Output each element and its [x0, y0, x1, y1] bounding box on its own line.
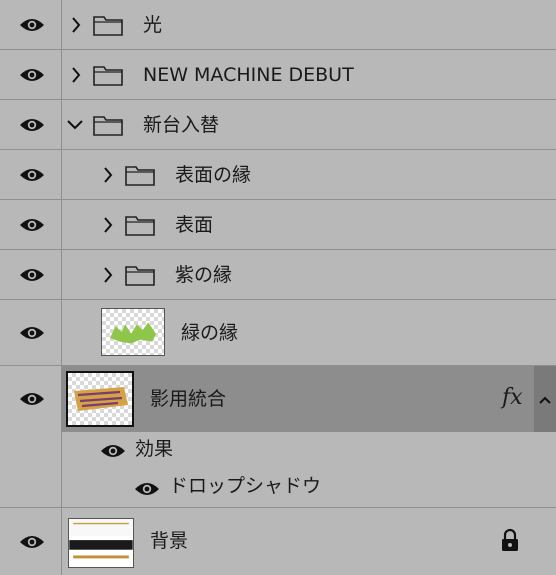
layer-name: 新台入替 [143, 114, 220, 136]
layer-name: 影用統合 [150, 388, 227, 410]
chevron-right-icon[interactable] [101, 266, 115, 284]
layer-row[interactable]: NEW MACHINE DEBUT [0, 50, 556, 100]
folder-icon [125, 264, 155, 286]
lock-icon[interactable] [500, 528, 520, 556]
eye-icon[interactable] [19, 67, 45, 83]
layer-row[interactable]: 表面の縁 [0, 150, 556, 200]
layer-row[interactable]: 新台入替 [0, 100, 556, 150]
visibility-column [0, 300, 62, 365]
folder-icon [93, 114, 123, 136]
folder-icon [93, 64, 123, 86]
chevron-right-icon[interactable] [101, 166, 115, 184]
eye-icon[interactable] [19, 17, 45, 33]
eye-icon[interactable] [19, 117, 45, 133]
eye-icon[interactable] [19, 267, 45, 283]
eye-icon[interactable] [19, 167, 45, 183]
eye-icon[interactable] [19, 325, 45, 341]
background-graphic [69, 519, 133, 559]
layers-panel: 光 NEW MACHINE DEBUT 新台入替 表面の縁 表面 紫の縁 緑の縁… [0, 0, 556, 575]
chevron-right-icon[interactable] [101, 216, 115, 234]
visibility-column [0, 100, 62, 149]
visibility-column [0, 150, 62, 199]
layer-row[interactable]: 表面 [0, 200, 556, 250]
layer-thumbnail[interactable] [68, 518, 134, 568]
layer-thumbnail[interactable] [66, 371, 134, 427]
layer-name: 紫の縁 [175, 264, 233, 286]
effects-label: 効果 [135, 438, 174, 460]
fx-badge[interactable]: fx [502, 385, 523, 410]
layer-name: 表面 [175, 214, 214, 236]
layer-thumbnail[interactable] [101, 308, 165, 356]
visibility-column [0, 50, 62, 99]
eye-icon[interactable] [19, 534, 45, 550]
visibility-column [0, 200, 62, 249]
eye-icon[interactable] [19, 391, 45, 407]
chevron-right-icon[interactable] [69, 66, 83, 84]
layer-name: 光 [143, 14, 163, 36]
logo-graphic [74, 387, 128, 411]
layer-name: NEW MACHINE DEBUT [143, 64, 354, 86]
effect-item: ドロップシャドウ [169, 475, 322, 497]
layer-row[interactable]: 光 [0, 0, 556, 50]
folder-icon [125, 214, 155, 236]
layer-name: 緑の縁 [181, 322, 239, 344]
layer-row-selected[interactable]: 影用統合 fx 効果 ドロップシャドウ [0, 366, 556, 508]
layer-name: 背景 [150, 530, 189, 552]
folder-icon [93, 14, 123, 36]
layer-row[interactable]: 緑の縁 [0, 300, 556, 366]
selected-highlight [62, 366, 556, 432]
visibility-column [0, 508, 62, 575]
chevron-right-icon[interactable] [69, 16, 83, 34]
layer-row[interactable]: 紫の縁 [0, 250, 556, 300]
layer-row[interactable]: 背景 [0, 508, 556, 575]
eye-icon[interactable] [19, 217, 45, 233]
green-shape-graphic [110, 322, 156, 344]
eye-icon[interactable] [134, 481, 160, 497]
eye-icon[interactable] [100, 443, 126, 459]
chevron-down-icon[interactable] [66, 116, 84, 134]
visibility-column [0, 366, 62, 507]
layer-name: 表面の縁 [175, 164, 252, 186]
folder-icon [125, 164, 155, 186]
chevron-up-icon [538, 390, 552, 409]
collapse-effects-button[interactable] [534, 366, 556, 432]
visibility-column [0, 0, 62, 49]
visibility-column [0, 250, 62, 299]
